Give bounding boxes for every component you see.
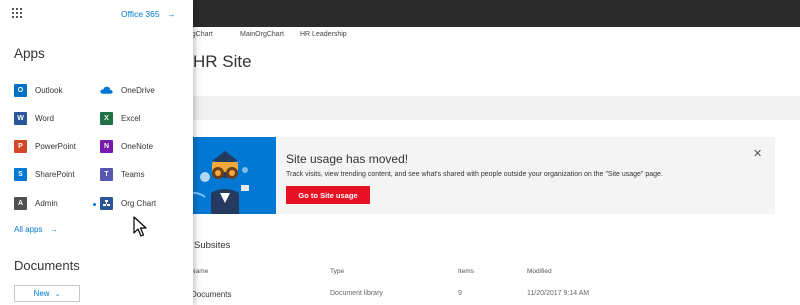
- new-app-indicator: [93, 203, 96, 206]
- org-chart-icon: [100, 196, 113, 210]
- app-label: Excel: [121, 113, 141, 123]
- banner-title: Site usage has moved!: [286, 152, 409, 166]
- app-excel[interactable]: X Excel: [100, 110, 141, 126]
- app-label: Word: [35, 113, 54, 123]
- breadcrumb-item[interactable]: HR Leadership: [300, 31, 347, 38]
- app-org-chart[interactable]: Org Chart: [100, 195, 156, 211]
- documents-heading: Documents: [14, 258, 80, 273]
- app-label: Org Chart: [121, 198, 157, 208]
- row-modified: 11/20/2017 9:14 AM: [527, 290, 590, 297]
- command-bar: [165, 96, 800, 120]
- word-icon: W: [14, 111, 27, 125]
- close-icon[interactable]: ✕: [753, 147, 762, 160]
- app-launcher-panel: Office 365 → Apps O Outlook W Word P Pow…: [0, 0, 193, 305]
- app-admin[interactable]: A Admin: [14, 195, 58, 211]
- app-sharepoint[interactable]: S SharePoint: [14, 166, 75, 182]
- subsites-heading: Subsites: [194, 240, 231, 251]
- column-header-modified[interactable]: Modified: [527, 268, 552, 275]
- column-header-items[interactable]: Items: [458, 268, 474, 275]
- all-apps-link[interactable]: All apps →: [14, 225, 58, 234]
- office365-link[interactable]: Office 365 →: [121, 9, 175, 19]
- app-onedrive[interactable]: OneDrive: [100, 82, 155, 98]
- waffle-icon[interactable]: [12, 8, 22, 18]
- app-label: Teams: [121, 169, 145, 179]
- mouse-pointer-icon: [133, 216, 147, 237]
- app-outlook[interactable]: O Outlook: [14, 82, 63, 98]
- row-name[interactable]: Documents: [191, 290, 231, 299]
- sharepoint-icon: S: [14, 167, 27, 181]
- app-label: SharePoint: [35, 169, 75, 179]
- apps-heading: Apps: [14, 46, 45, 61]
- admin-icon: A: [14, 196, 27, 210]
- chevron-down-icon: ⌄: [54, 290, 61, 298]
- breadcrumb-item[interactable]: MainOrgChart: [240, 31, 284, 38]
- row-items: 9: [458, 290, 462, 297]
- teams-icon: T: [100, 167, 113, 181]
- app-label: OneNote: [121, 141, 154, 151]
- app-label: Outlook: [35, 85, 63, 95]
- site-usage-banner: Site usage has moved! Track visits, view…: [175, 137, 775, 214]
- app-label: OneDrive: [121, 85, 155, 95]
- app-powerpoint[interactable]: P PowerPoint: [14, 138, 76, 154]
- column-header-name[interactable]: Name: [191, 268, 208, 275]
- app-onenote[interactable]: N OneNote: [100, 138, 153, 154]
- new-button-label: New: [33, 289, 50, 298]
- arrow-right-icon: →: [49, 225, 58, 234]
- excel-icon: X: [100, 111, 113, 125]
- outlook-icon: O: [14, 83, 27, 97]
- app-label: Admin: [35, 198, 58, 208]
- app-teams[interactable]: T Teams: [100, 166, 145, 182]
- app-label: PowerPoint: [35, 141, 76, 151]
- site-title: HR Site: [193, 52, 252, 71]
- onenote-icon: N: [100, 139, 113, 153]
- arrow-right-icon: →: [166, 9, 176, 19]
- app-word[interactable]: W Word: [14, 110, 54, 126]
- column-header-type[interactable]: Type: [330, 268, 344, 275]
- new-document-button[interactable]: New ⌄: [14, 285, 80, 302]
- banner-description: Track visits, view trending content, and…: [286, 171, 663, 178]
- all-apps-label: All apps: [14, 225, 43, 234]
- onedrive-cloud-icon: [100, 84, 113, 97]
- row-type: Document library: [330, 290, 383, 297]
- powerpoint-icon: P: [14, 139, 27, 153]
- office365-label: Office 365: [121, 9, 160, 19]
- go-to-site-usage-button[interactable]: Go to Site usage: [286, 186, 370, 204]
